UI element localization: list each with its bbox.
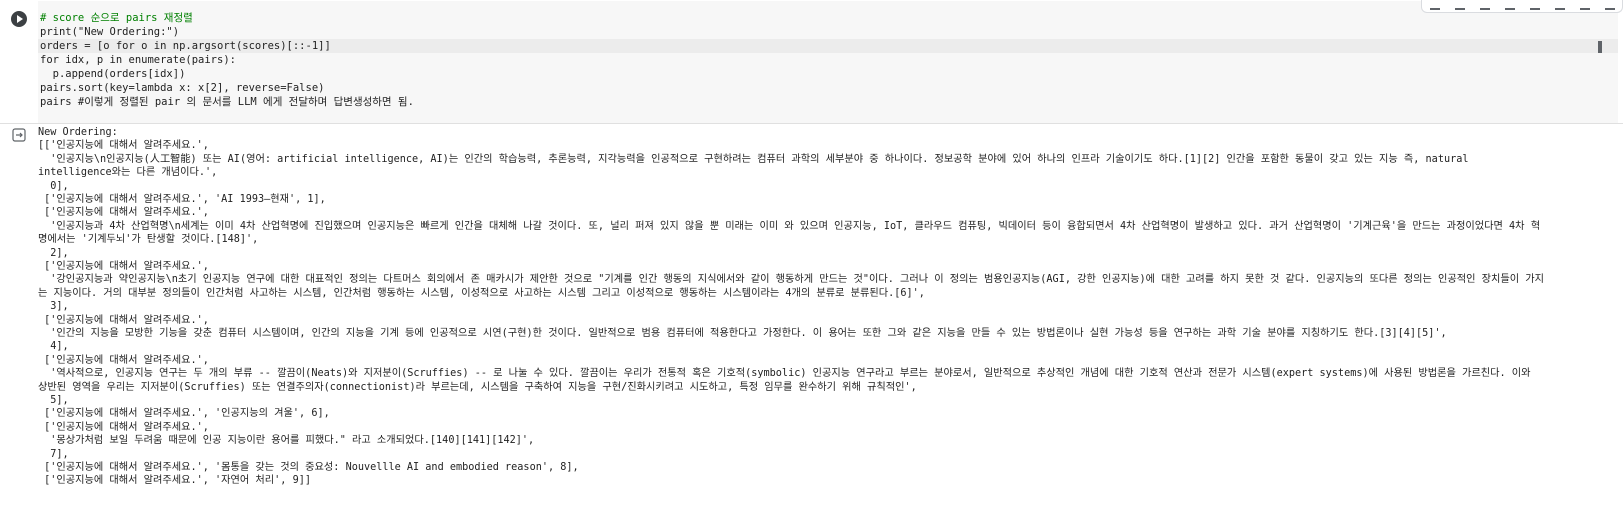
output-line: New Ordering: [38, 127, 118, 138]
output-line: 0], [38, 180, 69, 192]
notebook-cell: # score 순으로 pairs 재정렬 print("New Orderin… [0, 0, 1623, 516]
gear-icon[interactable] [1529, 2, 1540, 10]
output-line: '역사적으로, 인공지능 연구는 두 개의 부류 -- 깔끔이(Neats)와 … [38, 368, 1531, 380]
run-cell-button[interactable] [11, 11, 27, 27]
code-line[interactable]: print("New Ordering:") [40, 25, 179, 39]
output-line: 상반된 영역을 우리는 지저분이(Scruffies) 또는 연결주의자(con… [38, 381, 917, 393]
output-actions-icon[interactable] [12, 128, 26, 142]
output-line: 7], [38, 448, 69, 460]
code-line-text: pairs #이렇게 정렬된 pair 의 문서를 LLM 에게 전달하며 답변… [40, 96, 414, 108]
code-line[interactable]: pairs.sort(key=lambda x: x[2], reverse=F… [40, 81, 324, 95]
output-line: 5], [38, 395, 69, 406]
output-line: ['인공지능에 대해서 알려주세요.', [38, 207, 209, 219]
code-line[interactable]: p.append(orders[idx]) [40, 67, 186, 81]
link-icon[interactable] [1479, 2, 1490, 10]
output-line: '인공지능과 4차 산업혁명\n세계는 이미 4차 산업혁명에 진입했으며 인공… [38, 220, 1541, 232]
code-line[interactable]: pairs #이렇게 정렬된 pair 의 문서를 LLM 에게 전달하며 답변… [40, 95, 414, 109]
move-down-icon[interactable] [1454, 2, 1465, 10]
code-line-text: for idx, p in enumerate(pairs): [40, 54, 236, 66]
output-line: ['인공지능에 대해서 알려주세요.', '자연어 처리', 9]] [38, 475, 311, 487]
output-line: ['인공지능에 대해서 알려주세요.', [38, 261, 209, 272]
code-line-text: orders = [o for o in np.argsort(scores)[… [40, 40, 331, 52]
output-line: 는 지능이다. 거의 대부분 정의들이 인간처럼 사고하는 시스템, 인간처럼 … [38, 287, 925, 299]
output-line: ['인공지능에 대해서 알려주세요.', [38, 421, 209, 433]
code-line-text: print("New Ordering:") [40, 26, 180, 38]
play-icon [17, 15, 23, 23]
output-line: '강인공지능과 약인공지능\n초기 인공지능 연구에 대한 대표적인 정의는 다… [38, 274, 1544, 286]
output-line: ['인공지능에 대해서 알려주세요.', [38, 354, 209, 366]
output-line: '몽상가처럼 보일 두려움 때문에 인공 지능이란 용어를 피했다." 라고 소… [38, 435, 535, 447]
output-line: [['인공지능에 대해서 알려주세요.', [38, 140, 209, 152]
output-line: 2], [38, 247, 69, 259]
code-editor[interactable]: # score 순으로 pairs 재정렬 print("New Orderin… [38, 1, 1618, 123]
cell-output: New Ordering: [['인공지능에 대해서 알려주세요.', '인공지… [0, 124, 1623, 516]
code-line[interactable]: # score 순으로 pairs 재정렬 [40, 11, 193, 25]
code-cell[interactable]: # score 순으로 pairs 재정렬 print("New Orderin… [0, 0, 1623, 124]
output-line: 4], [38, 341, 69, 353]
output-line: ['인공지능에 대해서 알려주세요.', '몸통을 갖는 것의 중요성: Nou… [38, 462, 579, 473]
delete-icon[interactable] [1579, 2, 1590, 10]
output-line: '인공지능\n인공지능(人工智能) 또는 AI(영어: artificial i… [38, 153, 1469, 165]
output-line: 3], [38, 301, 69, 313]
code-line[interactable]: orders = [o for o in np.argsort(scores)[… [40, 39, 331, 53]
code-line-text: pairs.sort(key=lambda x: x[2], reverse=F… [40, 82, 325, 94]
output-line: ['인공지능에 대해서 알려주세요.', [38, 314, 209, 326]
mirror-cell-icon[interactable] [1554, 2, 1565, 10]
move-up-icon[interactable] [1429, 2, 1440, 10]
cell-toolbar [1421, 0, 1623, 13]
output-line: ['인공지능에 대해서 알려주세요.', '인공지능의 겨울', 6], [38, 408, 330, 420]
cell-gutter [0, 0, 38, 124]
editor-scrollbar[interactable] [1598, 41, 1602, 53]
output-line: intelligence와는 다른 개념이다.', [38, 167, 218, 179]
output-line: '인간의 지능을 모방한 기능을 갖춘 컴퓨터 시스템이며, 인간의 지능을 기… [38, 328, 1447, 339]
comment-icon[interactable] [1504, 2, 1515, 10]
more-icon[interactable] [1604, 2, 1615, 10]
output-line: ['인공지능에 대해서 알려주세요.', 'AI 1993–현재', 1], [38, 194, 326, 205]
code-line[interactable]: for idx, p in enumerate(pairs): [40, 53, 236, 67]
output-line: 명에서는 '기계두뇌'가 탄생할 것이다.[148]', [38, 234, 259, 246]
code-line-text: p.append(orders[idx]) [40, 68, 186, 80]
